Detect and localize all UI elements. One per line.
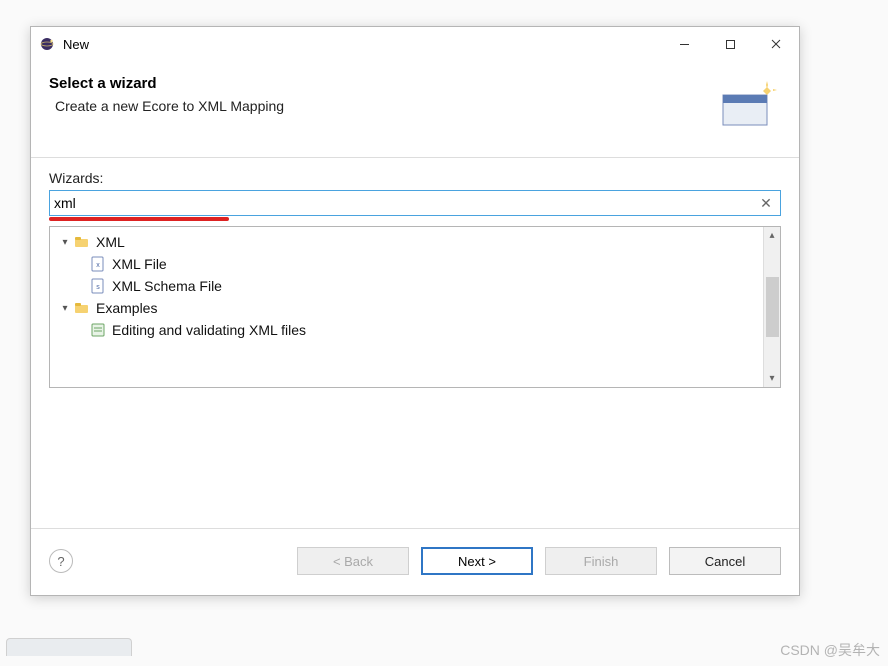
watermark-text: CSDN @吴牟大 [780, 640, 880, 660]
tree-node-label: XML File [112, 256, 167, 272]
wizard-banner-icon [717, 75, 781, 139]
xsd-file-icon: s [90, 278, 106, 294]
next-button[interactable]: Next > [421, 547, 533, 575]
clear-filter-icon[interactable]: ✕ [757, 194, 775, 212]
svg-text:s: s [96, 284, 100, 291]
tree-item-xml-file[interactable]: x XML File [54, 253, 759, 275]
folder-open-icon [74, 300, 90, 316]
scroll-thumb[interactable] [766, 277, 779, 337]
tree-folder-xml[interactable]: ▾ XML [54, 231, 759, 253]
tree-node-label: XML Schema File [112, 278, 222, 294]
folder-open-icon [74, 234, 90, 250]
help-button[interactable]: ? [49, 549, 73, 573]
wizard-filter-input[interactable] [49, 190, 781, 216]
scroll-down-icon[interactable]: ▾ [766, 372, 779, 385]
annotation-underline [49, 217, 229, 221]
cancel-button[interactable]: Cancel [669, 547, 781, 575]
header-title: Select a wizard [49, 75, 717, 92]
wizards-label: Wizards: [49, 170, 781, 186]
chevron-down-icon[interactable]: ▾ [58, 237, 72, 248]
maximize-button[interactable] [707, 28, 753, 60]
tree-node-label: Editing and validating XML files [112, 322, 306, 338]
titlebar: New [31, 27, 799, 61]
scroll-up-icon[interactable]: ▴ [766, 229, 779, 242]
tree-scrollbar[interactable]: ▴ ▾ [763, 227, 780, 387]
xml-file-icon: x [90, 256, 106, 272]
eclipse-app-icon [39, 36, 55, 52]
back-button[interactable]: < Back [297, 547, 409, 575]
wizard-tree[interactable]: ▾ XML x XML File s XML Schema File ▾ Exa… [49, 226, 781, 388]
example-icon [90, 322, 106, 338]
close-button[interactable] [753, 28, 799, 60]
tree-folder-examples[interactable]: ▾ Examples [54, 297, 759, 319]
wizard-header: Select a wizard Create a new Ecore to XM… [31, 61, 799, 158]
tree-item-editing-validating-xml[interactable]: Editing and validating XML files [54, 319, 759, 341]
tree-node-label: XML [96, 234, 125, 250]
window-title: New [63, 37, 89, 52]
header-subtitle: Create a new Ecore to XML Mapping [55, 98, 717, 114]
tree-node-label: Examples [96, 300, 157, 316]
background-tab-stub [6, 638, 132, 656]
finish-button[interactable]: Finish [545, 547, 657, 575]
new-wizard-dialog: New Select a wizard Create a new Ecore t… [30, 26, 800, 596]
chevron-down-icon[interactable]: ▾ [58, 303, 72, 314]
minimize-button[interactable] [661, 28, 707, 60]
tree-item-xml-schema-file[interactable]: s XML Schema File [54, 275, 759, 297]
svg-text:x: x [96, 262, 100, 269]
button-bar: ? < Back Next > Finish Cancel [31, 529, 799, 595]
